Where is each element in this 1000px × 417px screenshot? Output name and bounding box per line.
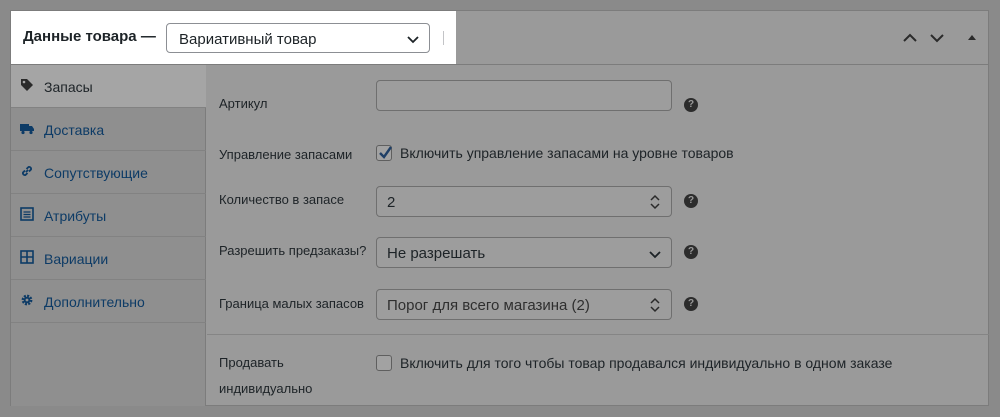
gear-icon <box>21 294 33 306</box>
tab-advanced[interactable]: Дополнительно <box>11 280 206 323</box>
tab-linked-products[interactable]: Сопутствующие <box>11 151 206 194</box>
help-icon[interactable]: ? <box>684 297 698 311</box>
help-icon[interactable]: ? <box>684 245 698 259</box>
manage-stock-checkbox-label: Включить управление запасами на уровне т… <box>400 145 734 161</box>
help-icon[interactable]: ? <box>684 194 698 208</box>
sold-individually-checkbox-label: Включить для того чтобы товар продавался… <box>400 355 893 371</box>
sku-input[interactable] <box>376 80 672 111</box>
sold-individually-label-line2: индивидуально <box>219 381 313 396</box>
tab-label: Дополнительно <box>44 294 145 310</box>
product-type-value: Вариативный товар <box>179 31 317 48</box>
low-stock-input[interactable]: Порог для всего магазина (2) <box>376 289 672 320</box>
grid-icon <box>20 250 34 264</box>
stock-qty-label: Количество в запасе <box>219 192 345 207</box>
panel-title: Данные товара — <box>23 28 156 45</box>
spinner-arrows-icon[interactable] <box>649 194 661 210</box>
stock-qty-value: 2 <box>387 194 396 211</box>
tab-label: Доставка <box>44 122 105 138</box>
link-icon <box>22 166 32 176</box>
inventory-form: Артикул ? Управление запасами Включить у… <box>207 65 989 406</box>
checkmark-icon <box>379 146 392 159</box>
chevron-down-icon <box>649 251 661 259</box>
product-data-panel: Данные товара — Вариативный товар Запасы <box>10 10 989 406</box>
tag-icon <box>21 79 33 91</box>
backorders-select[interactable]: Не разрешать <box>376 237 672 268</box>
sold-individually-checkbox[interactable] <box>376 355 392 371</box>
help-icon[interactable]: ? <box>684 98 698 112</box>
truck-icon <box>20 124 34 135</box>
tab-label: Запасы <box>44 79 93 95</box>
product-type-select[interactable]: Вариативный товар <box>166 23 430 53</box>
tab-inventory[interactable]: Запасы <box>11 65 206 108</box>
sku-label: Артикул <box>219 96 268 111</box>
spinner-arrows-icon[interactable] <box>649 297 661 313</box>
panel-header: Данные товара — Вариативный товар <box>11 11 988 65</box>
chevron-down-icon <box>407 36 419 44</box>
tab-variations[interactable]: Вариации <box>11 237 206 280</box>
product-type-highlight: Данные товара — Вариативный товар <box>11 11 456 64</box>
tab-label: Атрибуты <box>44 208 107 224</box>
low-stock-placeholder: Порог для всего магазина (2) <box>387 297 590 314</box>
stock-qty-input[interactable]: 2 <box>376 186 672 217</box>
manage-stock-label: Управление запасами <box>219 147 353 162</box>
list-icon <box>20 207 34 221</box>
header-separator <box>443 31 444 45</box>
tab-shipping[interactable]: Доставка <box>11 108 206 151</box>
backorders-value: Не разрешать <box>387 245 486 262</box>
section-divider <box>207 334 989 335</box>
collapse-triangle-icon[interactable] <box>963 29 981 47</box>
sold-individually-label-line1: Продавать <box>219 355 284 370</box>
manage-stock-checkbox[interactable] <box>376 145 392 161</box>
move-up-icon[interactable] <box>901 29 919 47</box>
product-data-tabs: Запасы Доставка Сопутствующие Атрибуты В… <box>11 65 206 406</box>
tab-label: Сопутствующие <box>44 165 148 181</box>
move-down-icon[interactable] <box>928 29 946 47</box>
low-stock-label: Граница малых запасов <box>219 296 364 311</box>
backorders-label: Разрешить предзаказы? <box>219 243 367 258</box>
tab-label: Вариации <box>44 251 109 267</box>
tab-attributes[interactable]: Атрибуты <box>11 194 206 237</box>
